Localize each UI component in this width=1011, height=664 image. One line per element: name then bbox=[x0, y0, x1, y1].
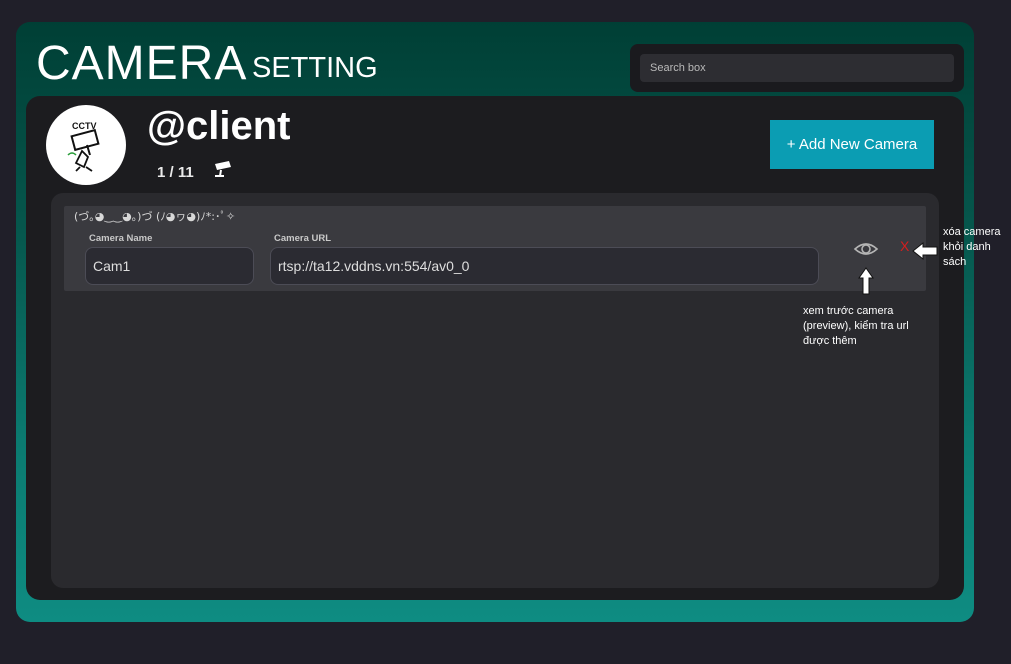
client-name: @client bbox=[147, 104, 291, 148]
avatar-text: CCTV bbox=[72, 121, 97, 131]
page-title: CAMERA bbox=[36, 37, 248, 90]
avatar: CCTV bbox=[46, 105, 126, 185]
camera-list: (づ｡◕‿‿◕｡)づ (ﾉ◕ヮ◕)ﾉ*:･ﾟ✧ Camera Name Came… bbox=[51, 193, 939, 588]
camera-counter: 1 / 11 bbox=[157, 164, 194, 181]
delete-camera-button[interactable]: X bbox=[900, 239, 909, 253]
page-subtitle: SETTING bbox=[252, 52, 378, 84]
camera-url-label: Camera URL bbox=[274, 233, 332, 244]
left-arrow-icon bbox=[912, 241, 938, 261]
camera-row-header: (づ｡◕‿‿◕｡)づ (ﾉ◕ヮ◕)ﾉ*:･ﾟ✧ bbox=[74, 210, 236, 223]
camera-name-label: Camera Name bbox=[89, 233, 153, 244]
search-container bbox=[630, 44, 964, 92]
camera-name-input[interactable] bbox=[85, 247, 254, 285]
security-camera-icon bbox=[215, 161, 231, 177]
up-arrow-icon bbox=[858, 267, 874, 295]
preview-annotation: xem trước camera (preview), kiểm tra url… bbox=[803, 305, 909, 347]
eye-icon[interactable] bbox=[853, 239, 879, 259]
add-camera-button[interactable]: + Add New Camera bbox=[770, 120, 934, 169]
search-input[interactable] bbox=[640, 54, 954, 82]
delete-annotation: xóa camera khỏi danh sách bbox=[943, 226, 1001, 268]
cctv-logo-icon: CCTV bbox=[67, 121, 100, 172]
camera-row: (づ｡◕‿‿◕｡)づ (ﾉ◕ヮ◕)ﾉ*:･ﾟ✧ Camera Name Came… bbox=[64, 206, 926, 291]
camera-url-input[interactable] bbox=[270, 247, 819, 285]
